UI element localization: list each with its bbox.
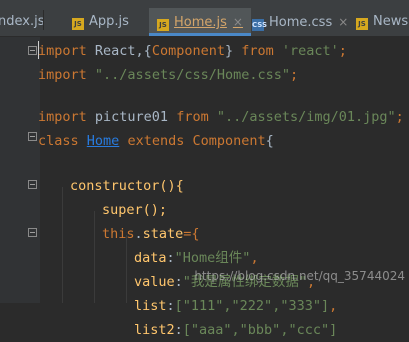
tab-home-js[interactable]: JS Home.js ×: [149, 8, 251, 36]
code-line-2: import "../assets/css/Home.css";: [38, 67, 299, 83]
js-file-icon: JS: [356, 18, 368, 30]
close-tab-icon[interactable]: ×: [338, 15, 348, 29]
js-file-icon: JS: [157, 19, 169, 31]
tab-index-js[interactable]: ndex.js: [0, 8, 45, 36]
code-line-12: list:["111","222","333"],: [134, 298, 338, 314]
fold-marker-icon[interactable]: [28, 46, 37, 55]
code-line-10: data:"Home组件",: [134, 250, 259, 266]
tab-label: Home.css: [269, 15, 333, 30]
tab-app-js[interactable]: JS App.js: [72, 8, 137, 36]
close-tab-icon[interactable]: ×: [233, 15, 243, 29]
fold-marker-icon[interactable]: [28, 180, 37, 189]
code-line-4: import picture01 from "../assets/img/01.…: [38, 109, 404, 125]
tab-label: ndex.js: [0, 14, 45, 29]
watermark-url: https://blog.csdn.net/qq_35744024: [194, 269, 405, 283]
editor-tab-bar: ndex.js JS App.js JS Home.js × CSS Home.css ×…: [0, 0, 409, 37]
code-line-7: constructor(){: [70, 178, 184, 194]
code-line-5: class Home extends Component{: [38, 133, 274, 149]
editor-gutter: [0, 37, 40, 303]
code-line-1: import React,{Component} from 'react';: [38, 43, 347, 59]
code-editor[interactable]: import React,{Component} from 'react'; i…: [0, 37, 409, 338]
indent-guide: [94, 211, 95, 303]
fold-marker-icon[interactable]: [28, 132, 37, 141]
css-file-icon: CSS: [252, 19, 268, 31]
tab-label: News: [373, 14, 409, 29]
tab-news[interactable]: JS News: [356, 8, 408, 36]
code-line-9: this.state={: [102, 226, 200, 242]
fold-marker-icon[interactable]: [28, 228, 37, 237]
tab-label: App.js: [89, 14, 129, 29]
code-line-13: list2:["aaa","bbb","ccc"]: [134, 322, 338, 338]
tab-home-css[interactable]: CSS Home.css ×: [252, 8, 348, 36]
code-line-8: super();: [102, 202, 168, 218]
js-file-icon: JS: [72, 18, 84, 30]
tab-label: Home.js: [174, 15, 227, 30]
class-name-link[interactable]: Home: [87, 133, 120, 149]
indent-guide: [62, 187, 63, 303]
tab-separator: [43, 10, 45, 30]
